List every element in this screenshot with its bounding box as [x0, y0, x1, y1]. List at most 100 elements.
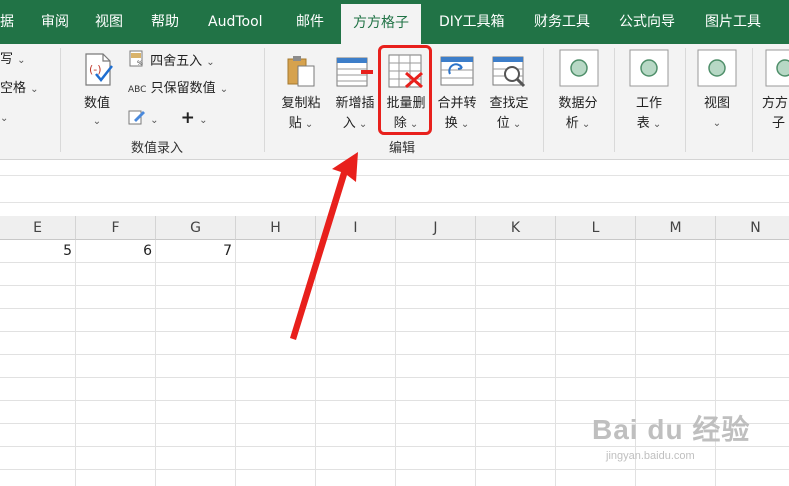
number-value-label: 数值: [83, 96, 110, 111]
find-locate-icon: [492, 56, 526, 88]
highlight-box: [378, 45, 432, 135]
keep-values-button[interactable]: ABC 只保留数值 ⌄: [128, 79, 228, 100]
tab-mail[interactable]: 邮件: [296, 0, 324, 44]
svg-text:(-): (-): [89, 63, 102, 76]
baidu-watermark: Bai du 经验 jingyan.baidu.com: [592, 408, 750, 462]
merge-convert-label-line1: 合并转: [437, 96, 477, 111]
find-locate-label-line1: 查找定: [489, 96, 529, 111]
grid-line: [0, 354, 789, 355]
tab-picture-tools[interactable]: 图片工具: [705, 0, 761, 44]
grid-line: [0, 400, 789, 401]
fangfang-grid-icon: [765, 49, 789, 87]
cell-g1[interactable]: 7: [156, 240, 232, 262]
fangfang-grid-label-line1: 方方: [762, 96, 789, 111]
copy-paste-button[interactable]: 复制粘 贴 ⌄: [276, 48, 326, 131]
chevron-down-icon: ⌄: [219, 84, 229, 95]
chevron-down-icon: ⌄: [0, 113, 9, 124]
group-separator: [614, 48, 615, 152]
round-label: 四舍五入: [150, 54, 203, 69]
grid-line: [555, 240, 556, 486]
worksheet-icon: [629, 49, 669, 87]
copy-paste-label-line2: 贴 ⌄: [288, 116, 314, 131]
ribbon-left-item-more[interactable]: ⌄: [0, 108, 8, 129]
insert-button[interactable]: 新增插 入 ⌄: [330, 48, 380, 131]
ribbon-left-item-write[interactable]: 写 ⌄: [0, 50, 26, 71]
edit-pencil-icon[interactable]: [128, 108, 146, 126]
find-locate-button[interactable]: 查找定 位 ⌄: [484, 48, 534, 131]
column-header-j[interactable]: J: [396, 216, 476, 240]
annotation-arrow: [290, 152, 358, 340]
fangfang-grid-label-line2: 子: [772, 116, 786, 131]
tab-audtool[interactable]: AudTool: [208, 0, 263, 44]
tab-diy-toolbox[interactable]: DIY工具箱: [439, 0, 504, 44]
grid-line: [475, 240, 476, 486]
column-header-k[interactable]: K: [476, 216, 556, 240]
chevron-down-icon: ⌄: [17, 55, 26, 66]
chevron-down-icon: ⌄: [92, 116, 102, 127]
view-label: 视图: [703, 96, 730, 111]
data-analysis-label-line2: 析 ⌄: [565, 116, 591, 131]
view-icon: [697, 49, 737, 87]
grid-line: [0, 262, 789, 263]
keep-values-label: 只保留数值: [150, 81, 216, 96]
cell-f1[interactable]: 6: [76, 240, 152, 262]
tab-review[interactable]: 审阅: [41, 0, 69, 44]
column-header-f[interactable]: F: [76, 216, 156, 240]
round-button[interactable]: % 四舍五入 ⌄: [128, 50, 215, 73]
tab-finance-tools[interactable]: 财务工具: [534, 0, 590, 44]
edit-group-label: 编辑: [389, 141, 416, 156]
number-entry-group-label: 数值录入: [131, 141, 184, 156]
ribbon-tab-bar: 据 审阅 视图 帮助 AudTool 邮件 方方格子 DIY工具箱 财务工具 公…: [0, 0, 789, 44]
merge-convert-icon: [440, 56, 474, 86]
chevron-down-icon: ⌄: [712, 118, 722, 129]
view-button[interactable]: 视图 ⌄: [694, 48, 740, 130]
tab-fangfang-gezi[interactable]: 方方格子: [341, 4, 421, 44]
merge-convert-label-line2: 换 ⌄: [444, 116, 470, 131]
chevron-down-icon: ⌄: [206, 57, 215, 68]
grid-line: [0, 285, 789, 286]
grid-line: [235, 240, 236, 486]
column-header-l[interactable]: L: [556, 216, 636, 240]
column-header-n[interactable]: N: [716, 216, 789, 240]
column-header-m[interactable]: M: [636, 216, 716, 240]
formula-bar[interactable]: [0, 175, 789, 203]
tab-data[interactable]: 据: [0, 0, 14, 44]
grid-line: [0, 469, 789, 470]
group-separator: [685, 48, 686, 152]
excel-window: 据 审阅 视图 帮助 AudTool 邮件 方方格子 DIY工具箱 财务工具 公…: [0, 0, 789, 486]
chevron-down-icon[interactable]: ⌄: [199, 115, 207, 126]
fangfang-grid-button[interactable]: 方方 子: [760, 48, 789, 131]
tab-view[interactable]: 视图: [95, 0, 123, 44]
tab-formula-wizard[interactable]: 公式向导: [619, 0, 675, 44]
grid-line: [75, 240, 76, 486]
round-icon: %: [129, 50, 143, 67]
grid-line: [395, 240, 396, 486]
grid-line: [0, 377, 789, 378]
number-value-button[interactable]: (-) 数值 ⌄: [74, 48, 120, 130]
plus-icon[interactable]: +: [181, 108, 195, 128]
worksheet-label-line1: 工作: [635, 96, 662, 111]
watermark-brand: Bai du 经验: [592, 414, 751, 445]
space-label: 空格: [0, 81, 27, 96]
number-value-icon: (-): [85, 53, 113, 86]
chevron-down-icon[interactable]: ⌄: [150, 115, 158, 126]
group-separator: [543, 48, 544, 152]
find-locate-label-line2: 位 ⌄: [496, 116, 522, 131]
cell-e1[interactable]: 5: [0, 240, 72, 262]
tab-help[interactable]: 帮助: [151, 0, 179, 44]
grid-line: [0, 308, 789, 309]
ribbon-left-item-space[interactable]: 空格 ⌄: [0, 79, 39, 100]
grid-line: [155, 240, 156, 486]
data-analysis-label-line1: 数据分: [558, 96, 598, 111]
worksheet-label-line2: 表 ⌄: [636, 116, 662, 131]
column-header-e[interactable]: E: [0, 216, 76, 240]
group-separator: [752, 48, 753, 152]
abc-icon: ABC: [128, 85, 147, 95]
chevron-down-icon: ⌄: [30, 84, 39, 95]
worksheet-button[interactable]: 工作 表 ⌄: [624, 48, 674, 131]
merge-convert-button[interactable]: 合并转 换 ⌄: [432, 48, 482, 131]
column-header-g[interactable]: G: [156, 216, 236, 240]
write-label: 写: [0, 52, 14, 67]
data-analysis-button[interactable]: 数据分 析 ⌄: [553, 48, 603, 131]
group-separator: [60, 48, 61, 152]
